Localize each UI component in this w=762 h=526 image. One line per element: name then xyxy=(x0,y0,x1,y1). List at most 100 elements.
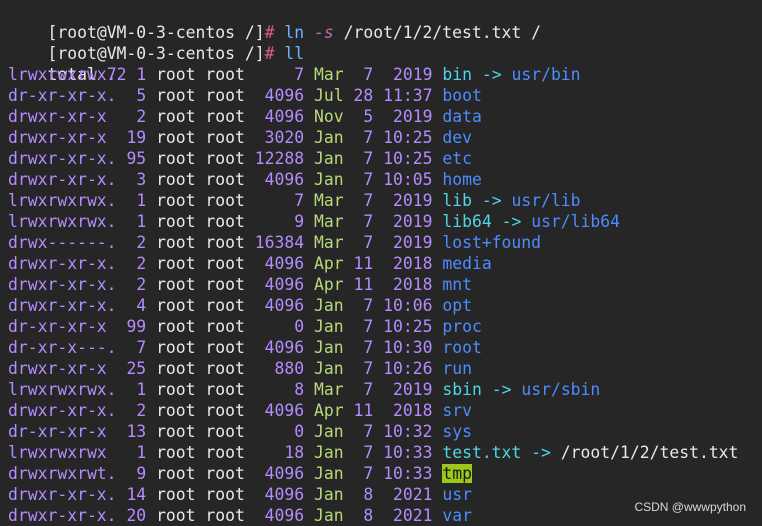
owner: root xyxy=(156,464,196,483)
day: 5 xyxy=(363,107,374,126)
file-size: 4096 xyxy=(264,107,305,126)
file-size: 0 xyxy=(294,422,305,441)
file-name: boot xyxy=(442,86,482,105)
day: 7 xyxy=(363,422,374,441)
permissions: drwxr-xr-x. xyxy=(8,275,117,294)
file-name: proc xyxy=(442,317,482,336)
file-size: 4096 xyxy=(264,275,305,294)
file-size: 9 xyxy=(294,212,305,231)
year-or-time: 10:32 xyxy=(383,422,433,441)
listing-row: drwxr-xr-x. 2 root root 4096 Apr 11 2018… xyxy=(8,400,762,421)
day: 8 xyxy=(363,506,374,525)
link-count: 2 xyxy=(136,107,147,126)
file-size: 4096 xyxy=(264,86,305,105)
group: root xyxy=(205,149,245,168)
file-size: 0 xyxy=(294,317,305,336)
file-name: lib xyxy=(442,191,472,210)
day: 7 xyxy=(363,296,374,315)
year-or-time: 2018 xyxy=(393,275,433,294)
month: Jan xyxy=(314,128,344,147)
month: Mar xyxy=(314,380,344,399)
month: Jan xyxy=(314,170,344,189)
file-size: 12288 xyxy=(254,149,305,168)
symlink-arrow: -> xyxy=(501,212,522,231)
permissions: drwxrwxrwt. xyxy=(8,464,117,483)
month: Jul xyxy=(314,86,344,105)
link-count: 2 xyxy=(136,401,147,420)
permissions: drwxr-xr-x. xyxy=(8,485,117,504)
file-size: 4096 xyxy=(264,254,305,273)
listing-row: lrwxrwxrwx. 1 root root 7 Mar 7 2019 bin… xyxy=(8,64,762,85)
month: Jan xyxy=(314,464,344,483)
year-or-time: 10:30 xyxy=(383,338,433,357)
year-or-time: 2018 xyxy=(393,254,433,273)
file-name: media xyxy=(442,254,492,273)
file-size: 4096 xyxy=(264,485,305,504)
year-or-time: 10:06 xyxy=(383,296,433,315)
group: root xyxy=(205,128,245,147)
month: Apr xyxy=(314,254,344,273)
link-count: 14 xyxy=(126,485,147,504)
day: 7 xyxy=(363,128,374,147)
symlink-target: usr/bin xyxy=(511,65,581,84)
listing-row: drwxr-xr-x. 3 root root 4096 Jan 7 10:05… xyxy=(8,169,762,190)
permissions: dr-xr-xr-x xyxy=(8,317,107,336)
month: Apr xyxy=(314,401,344,420)
link-count: 2 xyxy=(136,233,147,252)
day: 7 xyxy=(363,212,374,231)
permissions: lrwxrwxrwx. xyxy=(8,212,117,231)
permissions: lrwxrwxrwx xyxy=(8,443,107,462)
year-or-time: 10:25 xyxy=(383,317,433,336)
permissions: drwxr-xr-x. xyxy=(8,296,117,315)
file-name: usr xyxy=(442,485,472,504)
owner: root xyxy=(156,107,196,126)
group: root xyxy=(205,275,245,294)
link-count: 7 xyxy=(136,338,147,357)
year-or-time: 11:37 xyxy=(383,86,433,105)
owner: root xyxy=(156,233,196,252)
year-or-time: 2019 xyxy=(393,65,433,84)
owner: root xyxy=(156,170,196,189)
year-or-time: 2018 xyxy=(393,401,433,420)
link-count: 95 xyxy=(126,149,147,168)
group: root xyxy=(205,191,245,210)
link-count: 99 xyxy=(126,317,147,336)
year-or-time: 10:25 xyxy=(383,149,433,168)
file-size: 16384 xyxy=(254,233,305,252)
permissions: dr-xr-xr-x xyxy=(8,422,107,441)
group: root xyxy=(205,422,245,441)
file-size: 8 xyxy=(294,380,305,399)
file-size: 7 xyxy=(294,191,305,210)
file-name: bin xyxy=(442,65,472,84)
shell-prompt: [root@VM-0-3-centos /] xyxy=(47,44,265,63)
link-count: 2 xyxy=(136,254,147,273)
terminal-window[interactable]: [root@VM-0-3-centos /]# ln -s /root/1/2/… xyxy=(8,1,762,526)
command-name: ln xyxy=(284,23,305,42)
permissions: drwxr-xr-x. xyxy=(8,254,117,273)
month: Jan xyxy=(314,485,344,504)
month: Mar xyxy=(314,65,344,84)
day: 11 xyxy=(353,275,374,294)
group: root xyxy=(205,212,245,231)
owner: root xyxy=(156,338,196,357)
day: 11 xyxy=(353,401,374,420)
file-size: 4096 xyxy=(264,464,305,483)
command-name: ll xyxy=(284,44,305,63)
listing-row: drwxr-xr-x. 2 root root 4096 Apr 11 2018… xyxy=(8,253,762,274)
group: root xyxy=(205,317,245,336)
file-name: home xyxy=(442,170,482,189)
year-or-time: 2019 xyxy=(393,107,433,126)
day: 7 xyxy=(363,380,374,399)
owner: root xyxy=(156,296,196,315)
permissions: dr-xr-x---. xyxy=(8,338,117,357)
permissions: lrwxrwxrwx. xyxy=(8,191,117,210)
listing-row: drwxr-xr-x. 4 root root 4096 Jan 7 10:06… xyxy=(8,295,762,316)
month: Jan xyxy=(314,149,344,168)
day: 11 xyxy=(353,254,374,273)
link-count: 4 xyxy=(136,296,147,315)
link-count: 1 xyxy=(136,212,147,231)
month: Jan xyxy=(314,443,344,462)
month: Jan xyxy=(314,338,344,357)
file-size: 7 xyxy=(294,65,305,84)
group: root xyxy=(205,170,245,189)
